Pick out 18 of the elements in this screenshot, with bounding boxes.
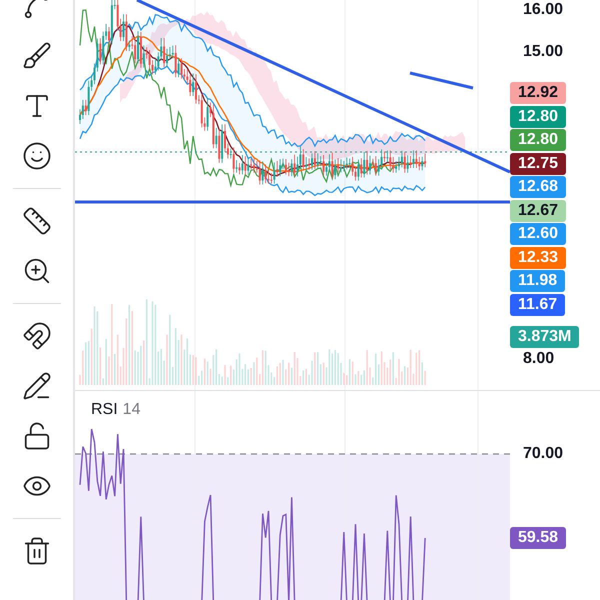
rsi-length: 14 bbox=[122, 401, 140, 419]
rsi-level-tick: 70.00 bbox=[522, 444, 564, 464]
price-label: 12.33 bbox=[510, 246, 566, 268]
price-tick: 8.00 bbox=[522, 348, 554, 368]
price-label: 12.80 bbox=[510, 129, 566, 151]
price-label: 12.60 bbox=[510, 223, 566, 245]
price-label: 12.80 bbox=[510, 106, 566, 128]
rsi-title: RSI bbox=[91, 401, 118, 419]
price-label: 12.75 bbox=[510, 152, 566, 174]
price-label: 12.67 bbox=[510, 200, 566, 222]
price-label: 11.67 bbox=[510, 294, 566, 316]
price-label: 11.98 bbox=[510, 270, 566, 292]
price-tick: 16.00 bbox=[522, 0, 564, 20]
price-label: 12.92 bbox=[510, 82, 566, 104]
volume-label: 3.873M bbox=[510, 326, 580, 348]
price-label: 12.68 bbox=[510, 176, 566, 198]
price-tick: 15.00 bbox=[522, 42, 564, 62]
rsi-value-label: 59.58 bbox=[510, 527, 566, 549]
